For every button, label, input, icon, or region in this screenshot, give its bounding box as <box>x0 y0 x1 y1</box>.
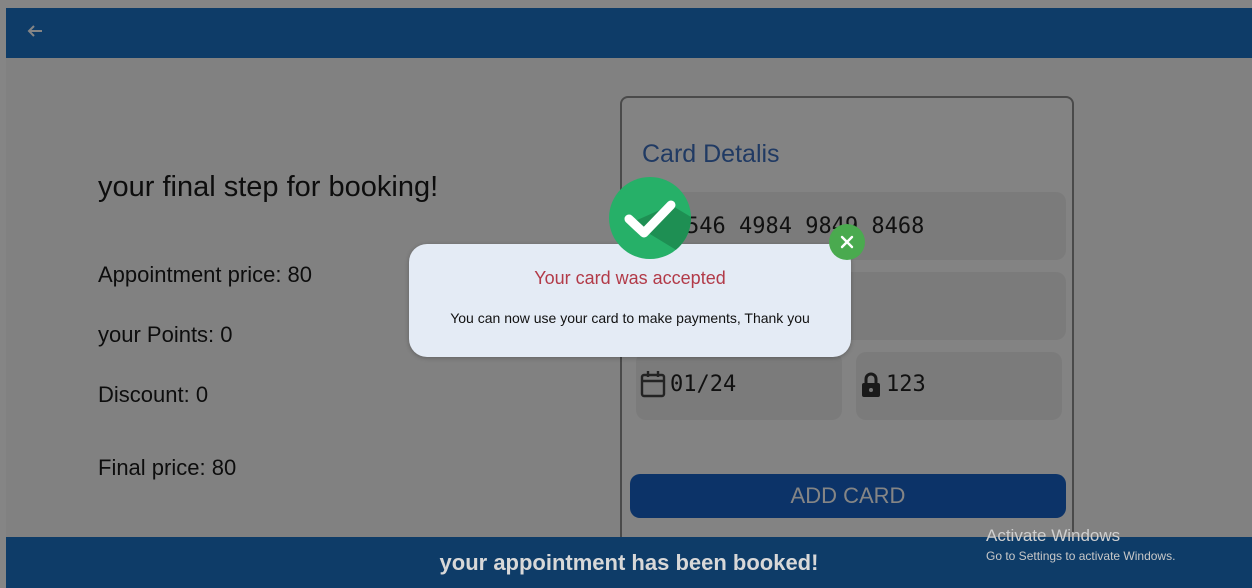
check-icon <box>609 177 691 259</box>
activate-windows-title: Activate Windows <box>986 526 1121 545</box>
booking-status-text: your appointment has been booked! <box>439 549 819 575</box>
activate-windows-subtitle: Go to Settings to activate Windows. <box>986 549 1176 563</box>
dialog-message: You can now use your card to make paymen… <box>450 310 810 326</box>
close-icon[interactable] <box>829 224 865 260</box>
success-dialog: Your card was accepted You can now use y… <box>409 244 851 357</box>
dialog-title: Your card was accepted <box>534 268 726 288</box>
